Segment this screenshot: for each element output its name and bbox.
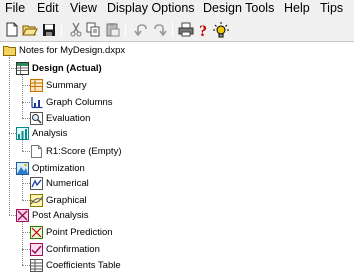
tree-leaf-confirmation-label: Confirmation xyxy=(46,244,100,255)
redo-icon[interactable] xyxy=(151,21,168,38)
tree-connector xyxy=(22,183,30,184)
tree-connector xyxy=(22,85,30,86)
tree-connector xyxy=(22,174,23,200)
tree-root-label: Notes for MyDesign.dxpx xyxy=(19,45,126,56)
tree-connector xyxy=(22,151,30,152)
tree-connector xyxy=(22,232,30,233)
tree-connector xyxy=(9,68,16,69)
menu-design-tools[interactable]: Design Tools xyxy=(203,1,274,16)
notes-tree: Notes for MyDesign.dxpx Design (Actual) … xyxy=(0,42,354,280)
point-prediction-icon xyxy=(30,226,43,239)
graph-columns-icon xyxy=(30,96,43,109)
menu-help[interactable]: Help xyxy=(284,1,310,16)
tree-connector xyxy=(22,74,23,118)
toolbar-separator xyxy=(125,22,126,37)
optimization-mountain-icon xyxy=(16,162,29,175)
toolbar-separator xyxy=(172,22,173,37)
tree-leaf-r1-score-label: R1:Score (Empty) xyxy=(46,146,122,157)
new-document-icon[interactable] xyxy=(3,21,20,38)
menu-bar: File Edit View Display Options Design To… xyxy=(0,0,354,18)
menu-edit[interactable]: Edit xyxy=(37,1,59,16)
tree-leaf-point-prediction-label: Point Prediction xyxy=(46,227,113,238)
graphical-overlay-icon xyxy=(30,194,43,207)
toolbar-separator xyxy=(61,22,62,37)
tree-connector xyxy=(22,200,30,201)
evaluation-magnifier-icon xyxy=(30,112,43,125)
tree-node-optimization-label: Optimization xyxy=(32,163,85,174)
tree-node-analysis-label: Analysis xyxy=(32,128,68,139)
post-analysis-icon xyxy=(16,209,29,222)
tree-connector xyxy=(22,221,23,265)
design-grid-icon xyxy=(16,62,29,75)
analysis-chart-icon xyxy=(16,127,29,140)
tree-connector xyxy=(22,249,30,250)
tree-connector xyxy=(9,215,16,216)
tree-leaf-graphical-label: Graphical xyxy=(46,195,87,206)
copy-icon[interactable] xyxy=(85,21,102,38)
tree-leaf-evaluation-label: Evaluation xyxy=(46,113,91,124)
toolbar: ? xyxy=(0,18,354,42)
save-icon[interactable] xyxy=(40,21,57,38)
tree-node-post-analysis-label: Post Analysis xyxy=(32,210,89,221)
tree-connector xyxy=(9,133,16,134)
coefficients-table-icon xyxy=(30,259,43,272)
cut-icon[interactable] xyxy=(67,21,84,38)
tree-connector xyxy=(22,118,30,119)
tree-leaf-coefficients-table-label: Coefficients Table xyxy=(46,260,121,271)
tree-connector xyxy=(9,168,16,169)
numerical-ramp-icon xyxy=(30,177,43,190)
menu-view[interactable]: View xyxy=(70,1,97,16)
tree-connector xyxy=(22,102,30,103)
tree-node-design-label: Design (Actual) xyxy=(32,63,102,74)
tree-leaf-graph-columns-label: Graph Columns xyxy=(46,97,113,108)
paste-icon[interactable] xyxy=(104,21,121,38)
lightbulb-tips-icon[interactable] xyxy=(212,21,229,38)
tree-leaf-numerical-label: Numerical xyxy=(46,178,89,189)
menu-tips[interactable]: Tips xyxy=(320,1,343,16)
tree-connector xyxy=(22,265,30,266)
open-folder-icon[interactable] xyxy=(21,21,38,38)
menu-display-options[interactable]: Display Options xyxy=(107,1,195,16)
menu-file[interactable]: File xyxy=(5,1,25,16)
tree-leaf-summary-label: Summary xyxy=(46,80,87,91)
print-icon[interactable] xyxy=(177,21,194,38)
tree-connector xyxy=(9,57,10,215)
tree-connector xyxy=(22,139,23,151)
undo-icon[interactable] xyxy=(132,21,149,38)
folder-icon xyxy=(3,44,16,57)
help-icon[interactable]: ? xyxy=(195,21,212,38)
svg-text:?: ? xyxy=(199,23,207,38)
confirmation-icon xyxy=(30,243,43,256)
response-document-icon xyxy=(30,145,43,158)
summary-table-icon xyxy=(30,79,43,92)
